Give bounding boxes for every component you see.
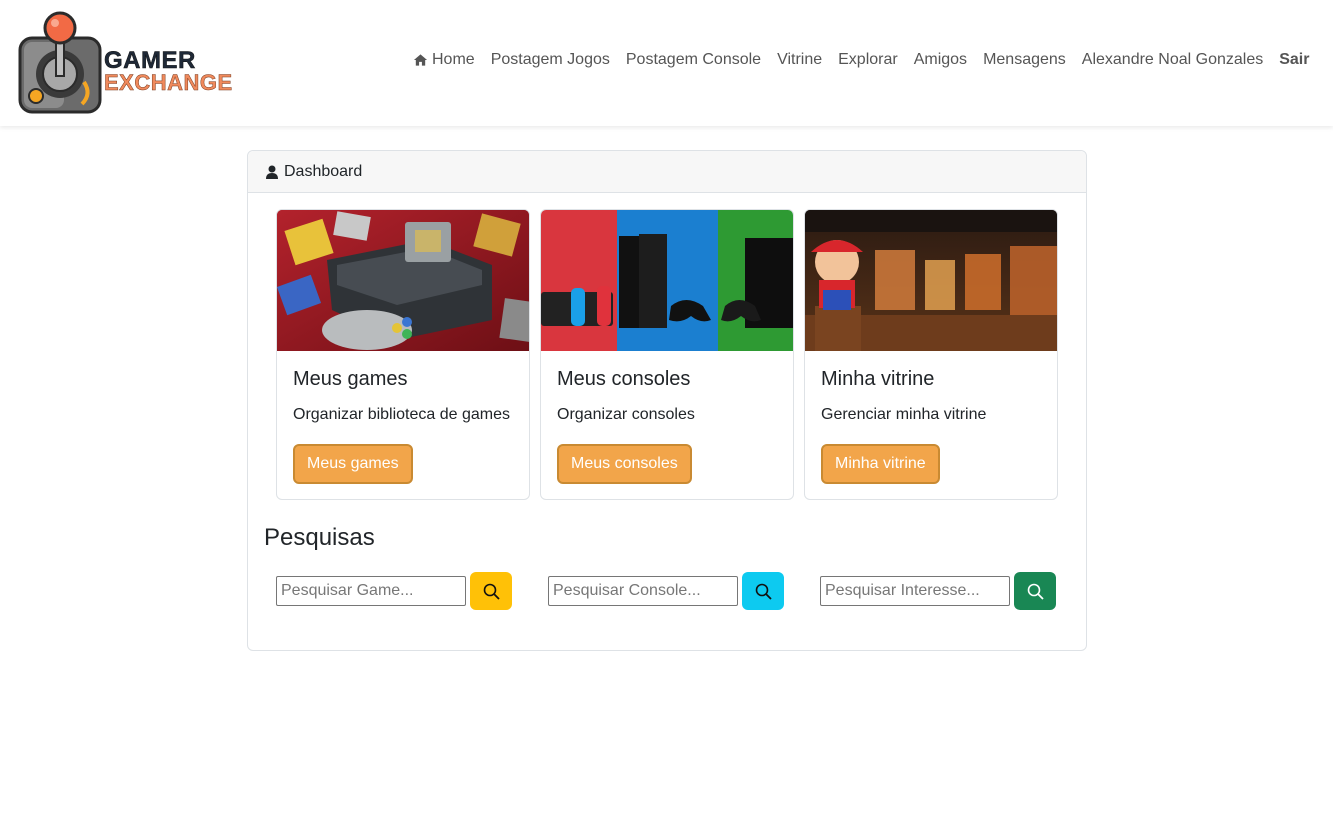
brand-logo[interactable]: GAMER EXCHANGE xyxy=(18,10,232,116)
tile-description: Organizar consoles xyxy=(557,406,695,423)
nav-postagem-console[interactable]: Postagem Console xyxy=(626,51,761,69)
nav-home[interactable]: Home xyxy=(413,51,475,69)
user-icon xyxy=(266,165,278,179)
tile-minha-vitrine: Minha vitrine Gerenciar minha vitrine Mi… xyxy=(804,209,1058,500)
brand-name: GAMER EXCHANGE xyxy=(104,47,233,95)
search-console-button[interactable] xyxy=(742,572,784,610)
nav-mensagens[interactable]: Mensagens xyxy=(983,51,1066,69)
brand-line1: GAMER xyxy=(104,47,196,74)
search-console-input[interactable] xyxy=(548,576,738,606)
tile-meus-games: Meus games Organizar biblioteca de games… xyxy=(276,209,530,500)
tile-title: Minha vitrine xyxy=(821,368,935,390)
search-console xyxy=(548,572,784,610)
search-icon xyxy=(483,583,500,600)
nav-sair[interactable]: Sair xyxy=(1279,51,1309,69)
search-game-button[interactable] xyxy=(470,572,512,610)
tile-description: Gerenciar minha vitrine xyxy=(821,406,987,423)
navbar: GAMER EXCHANGE Home Postagem Jogos Posta… xyxy=(0,0,1333,126)
search-icon xyxy=(1027,583,1044,600)
home-icon xyxy=(413,54,428,66)
meus-consoles-button[interactable]: Meus consoles xyxy=(557,444,692,484)
search-game xyxy=(276,572,512,610)
tile-description: Organizar biblioteca de games xyxy=(293,406,511,423)
vitrine-image xyxy=(805,210,1057,351)
search-game-input[interactable] xyxy=(276,576,466,606)
nav-explorar[interactable]: Explorar xyxy=(838,51,898,69)
consoles-image xyxy=(541,210,793,351)
nav-amigos[interactable]: Amigos xyxy=(914,51,967,69)
dashboard-header: Dashboard xyxy=(248,151,1086,193)
games-image xyxy=(277,210,529,351)
minha-vitrine-button[interactable]: Minha vitrine xyxy=(821,444,940,484)
tile-meus-consoles: Meus consoles Organizar consoles Meus co… xyxy=(540,209,794,500)
search-interesse xyxy=(820,572,1056,610)
dashboard-title: Dashboard xyxy=(284,162,363,180)
search-interesse-button[interactable] xyxy=(1014,572,1056,610)
tile-title: Meus games xyxy=(293,368,408,390)
tile-title: Meus consoles xyxy=(557,368,691,390)
nav-vitrine[interactable]: Vitrine xyxy=(777,51,822,69)
main-nav: Home Postagem Jogos Postagem Console Vit… xyxy=(413,49,1309,71)
brand-line2: EXCHANGE xyxy=(104,70,233,95)
nav-home-label: Home xyxy=(432,51,475,68)
search-interesse-input[interactable] xyxy=(820,576,1010,606)
dashboard-card: Dashboard Meus games Organizar bibliotec… xyxy=(247,150,1087,651)
search-icon xyxy=(755,583,772,600)
nav-user[interactable]: Alexandre Noal Gonzales xyxy=(1082,51,1263,69)
meus-games-button[interactable]: Meus games xyxy=(293,444,413,484)
pesquisas-title: Pesquisas xyxy=(264,524,375,551)
joystick-logo-icon xyxy=(18,11,102,114)
nav-postagem-jogos[interactable]: Postagem Jogos xyxy=(491,51,610,69)
